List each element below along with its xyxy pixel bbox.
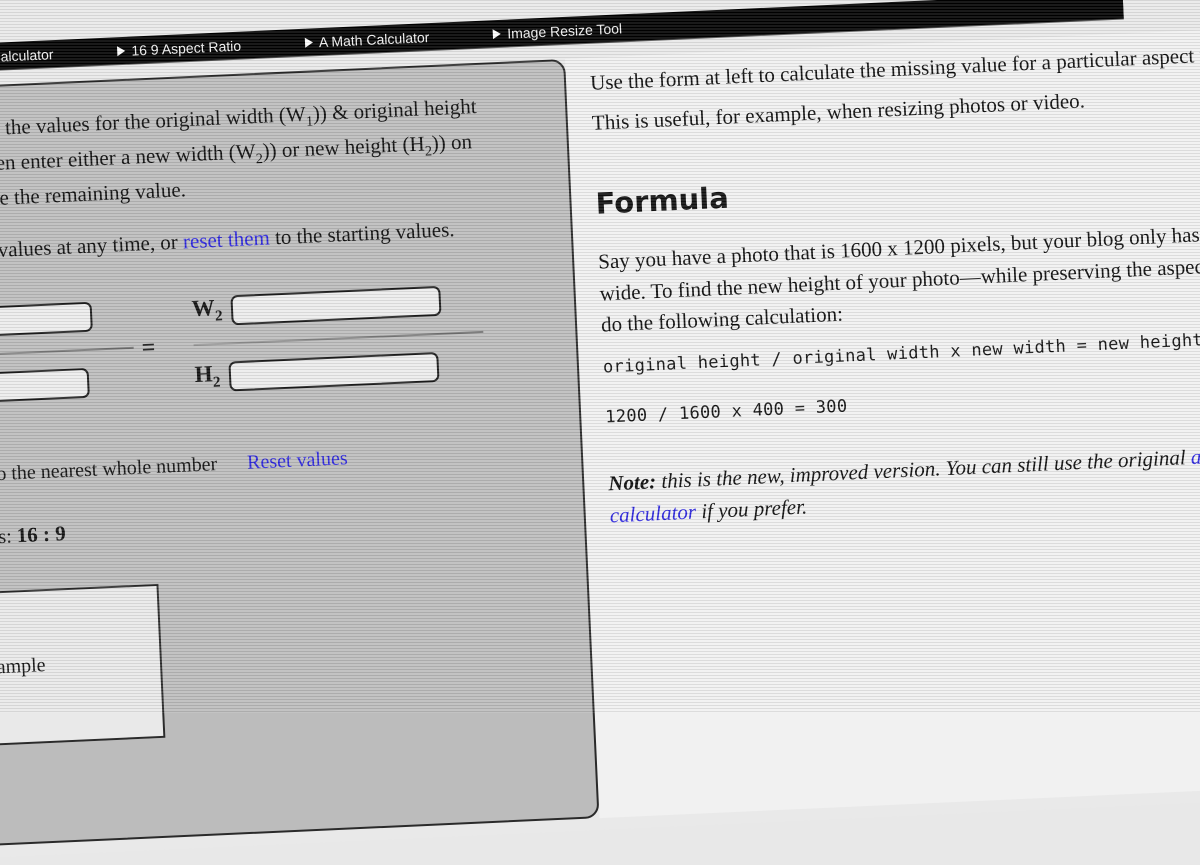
instructions-text-3: ) on the left, then enter either a new w… (0, 138, 256, 180)
original-fraction: W1 H1 (0, 290, 136, 417)
w2-label: W2 (191, 295, 223, 325)
play-triangle-icon (304, 36, 314, 48)
options-row: Round results to the nearest whole numbe… (0, 438, 553, 493)
new-fraction: W2 H2 (191, 275, 486, 402)
w2-input[interactable] (230, 285, 442, 325)
reset-values-link[interactable]: Reset values (247, 447, 348, 475)
nav-item-16-9-aspect-ratio[interactable]: 16 9 Aspect Ratio (113, 37, 251, 59)
example-label: Example (0, 654, 47, 680)
nav-item-a-math-calculator[interactable]: A Math Calculator (301, 28, 440, 50)
round-results-label: Round results to the nearest whole numbe… (0, 452, 218, 490)
w2-row: W2 (191, 275, 483, 336)
nav-item-label: Image Resize Tool (506, 19, 623, 42)
formula-code-example: 1200 / 1600 x 400 = 300 (604, 395, 848, 427)
h1-input[interactable] (0, 367, 91, 407)
note-paragraph: Note: this is the new, improved version.… (608, 435, 1200, 532)
nav-item-label: A Math Calculator (318, 28, 430, 50)
calculator-panel: Instructions: Enter the values for the o… (0, 58, 600, 854)
instructions-text-4: ) or new height (H (269, 131, 426, 163)
note-label: Note: (607, 468, 657, 495)
w2-subscript: 2 (255, 150, 264, 168)
info-panel: Use the form at left to calculate the mi… (565, 19, 1200, 819)
round-results-checkbox[interactable]: Round results to the nearest whole numbe… (0, 453, 218, 493)
nav-item-image-resize-tool[interactable]: Image Resize Tool (489, 19, 633, 41)
note-text-a: this is the new, improved version. You c… (655, 444, 1192, 493)
play-triangle-icon (117, 45, 126, 56)
w1-input[interactable] (0, 301, 93, 341)
equals-sign: = (141, 334, 156, 362)
h2-subscript: 2 (424, 143, 433, 160)
content-columns: Instructions: Enter the values for the o… (0, 19, 1200, 854)
reset-instructions-paragraph: Change any of the values at any time, or… (0, 212, 499, 274)
nav-item-label: 16 9 Aspect Ratio (131, 37, 242, 59)
result-value: 16 : 9 (16, 520, 67, 547)
play-triangle-icon (493, 28, 502, 39)
nav-item-ratio-calculator[interactable]: Ratio Calculator (0, 45, 64, 67)
page-title: Aspect Ratio Calculator (0, 0, 427, 13)
w1-subscript: 1 (305, 113, 314, 130)
h1-row: H1 (0, 356, 136, 417)
instructions-paragraph: Instructions: Enter the values for the o… (0, 90, 497, 222)
h2-row: H2 (194, 341, 486, 402)
formula-heading: Formula (594, 180, 730, 221)
h2-label: H2 (194, 361, 221, 392)
page-plane: Aspect Ratio Calculator Choices Ratio Ca… (0, 0, 1200, 865)
aspect-ratio-result: Your aspect ratio is: 16 : 9 (0, 498, 556, 555)
aspect-ratio-form: W1 H1 = W2 (0, 272, 550, 418)
nav-item-label: Ratio Calculator (0, 45, 54, 67)
instructions-text-1: Enter the values for the original width … (0, 101, 307, 142)
h2-input[interactable] (228, 351, 440, 392)
reset-instructions-text-a: Change any of the values at any time, or (0, 229, 179, 268)
result-prefix-label: Your aspect ratio is: (0, 525, 13, 554)
w1-row: W1 (0, 290, 133, 351)
example-box: Example (0, 583, 166, 752)
reset-them-link[interactable]: reset them (182, 225, 270, 253)
note-text-b: if you prefer. (695, 494, 808, 524)
formula-explanation: Say you have a photo that is 1600 x 1200… (597, 211, 1200, 337)
reset-instructions-text-b: to the starting values. (269, 216, 455, 250)
